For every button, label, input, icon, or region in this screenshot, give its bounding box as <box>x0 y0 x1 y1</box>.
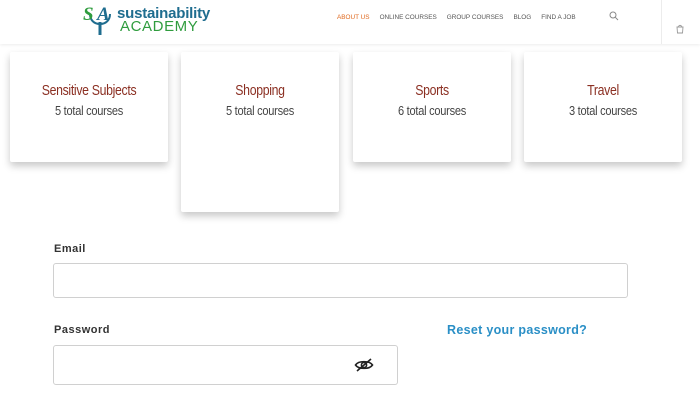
toggle-password-visibility-button[interactable] <box>331 345 398 385</box>
sustainability-academy-logo[interactable]: S A sustainability ACADEMY <box>82 2 222 36</box>
cart-icon[interactable] <box>675 24 685 34</box>
nav-online-courses[interactable]: ONLINE COURSES <box>380 13 437 23</box>
category-title: Travel <box>587 82 619 99</box>
main-nav: ABOUT US ONLINE COURSES GROUP COURSES BL… <box>337 13 586 23</box>
category-title: Sensitive Subjects <box>41 82 137 99</box>
eye-slash-icon <box>354 358 374 372</box>
site-header: S A sustainability ACADEMY ABOUT US ONLI… <box>0 0 700 44</box>
email-label: Email <box>54 243 86 255</box>
category-title: Sports <box>415 82 449 99</box>
category-card-shopping[interactable]: Shopping 5 total courses <box>181 52 339 212</box>
svg-text:S: S <box>83 4 94 25</box>
category-course-count: 3 total courses <box>568 103 638 118</box>
category-title: Shopping <box>235 82 285 99</box>
category-course-count: 6 total courses <box>397 103 467 118</box>
password-label: Password <box>54 324 110 336</box>
logo-tree-icon: S A <box>83 4 111 35</box>
category-card-travel[interactable]: Travel 3 total courses <box>524 52 682 162</box>
nav-about-us[interactable]: ABOUT US <box>337 13 370 23</box>
nav-find-a-job[interactable]: FIND A JOB <box>541 13 575 23</box>
email-field[interactable] <box>53 263 628 298</box>
password-field[interactable] <box>53 345 332 385</box>
brand-name-bottom: ACADEMY <box>120 18 199 35</box>
svg-text:A: A <box>96 4 110 25</box>
category-course-count: 5 total courses <box>225 103 295 118</box>
category-course-count: 5 total courses <box>54 103 124 118</box>
category-card-sports[interactable]: Sports 6 total courses <box>353 52 511 162</box>
nav-group-courses[interactable]: GROUP COURSES <box>447 13 504 23</box>
nav-blog[interactable]: BLOG <box>513 13 531 23</box>
reset-password-link[interactable]: Reset your password? <box>447 323 587 337</box>
category-card-sensitive-subjects[interactable]: Sensitive Subjects 5 total courses <box>10 52 168 162</box>
search-icon[interactable] <box>609 11 619 21</box>
nav-divider <box>661 0 662 44</box>
category-cards: Sensitive Subjects 5 total courses Shopp… <box>0 44 700 224</box>
